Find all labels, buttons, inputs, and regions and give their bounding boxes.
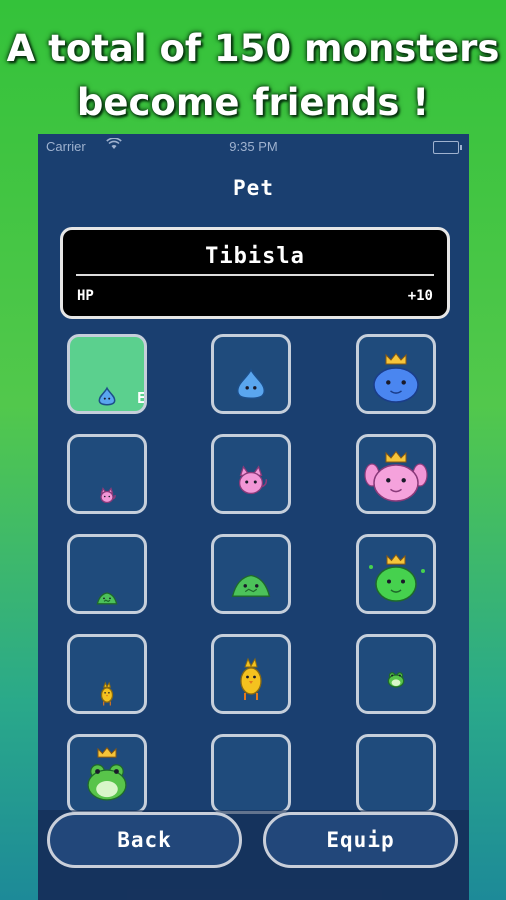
pet-slot[interactable] (67, 734, 147, 814)
pet-slot[interactable] (356, 734, 436, 814)
page-title: Pet (233, 176, 274, 200)
pet-slot[interactable] (356, 534, 436, 614)
promo-headline: A total of 150 monsters become friends ! (0, 22, 506, 130)
status-bar: Carrier 9:35 PM (38, 134, 469, 160)
pet-slot[interactable] (67, 434, 147, 514)
pet-slot[interactable] (211, 334, 291, 414)
pet-name: Tibisla (205, 244, 305, 269)
stat-value: +10 (407, 288, 433, 304)
pet-slot[interactable] (211, 634, 291, 714)
battery-icon (433, 141, 462, 154)
pet-slot[interactable] (211, 434, 291, 514)
headline-line-1: A total of 150 monsters (6, 27, 500, 70)
pet-slot[interactable]: E (67, 334, 147, 414)
stat-label: HP (77, 288, 94, 304)
equip-button[interactable]: Equip (263, 812, 458, 868)
pet-slot[interactable] (211, 534, 291, 614)
pet-slot[interactable] (356, 634, 436, 714)
divider (76, 274, 434, 276)
phone-screen: Carrier 9:35 PM Pet Tibisla HP +10 E Bac… (38, 134, 469, 900)
pet-slot[interactable] (356, 434, 436, 514)
pet-slot[interactable] (67, 534, 147, 614)
equipped-badge: E (136, 389, 146, 407)
pet-slot[interactable] (67, 634, 147, 714)
clock: 9:35 PM (229, 139, 278, 154)
headline-line-2: become friends ! (76, 81, 430, 124)
pet-slot[interactable] (211, 734, 291, 814)
pet-slot[interactable] (356, 334, 436, 414)
back-button[interactable]: Back (47, 812, 242, 868)
pet-info-panel: Tibisla HP +10 (60, 227, 450, 319)
